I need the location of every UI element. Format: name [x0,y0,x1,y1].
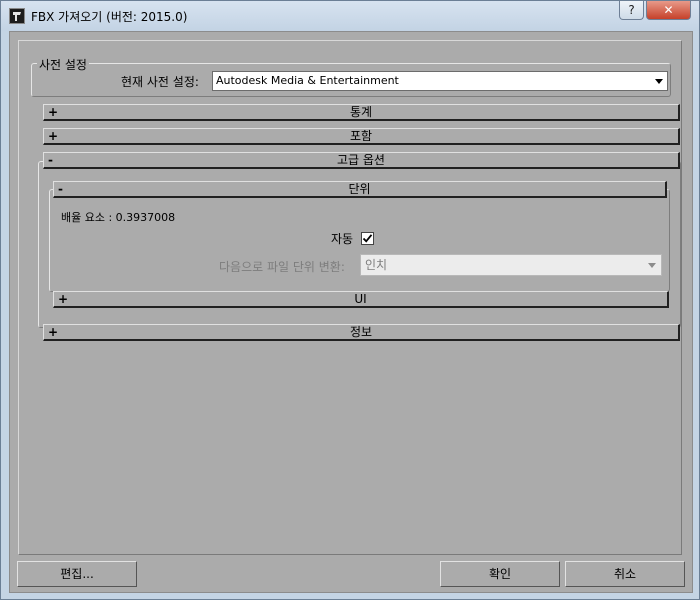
auto-checkbox[interactable] [361,232,374,245]
rollout-units-title: 단위 [348,182,371,196]
chevron-down-icon [648,263,656,268]
rollout-ui[interactable]: + UI [53,291,669,308]
rollout-include[interactable]: + 포함 [43,128,680,145]
scale-factor-label: 배율 요소 : 0.3937008 [61,211,176,224]
rollout-advanced-options[interactable]: - 고급 옵션 [43,152,680,169]
checkmark-icon [362,234,373,243]
window-title: FBX 가져오기 (버전: 2015.0) [31,10,188,24]
rollout-include-title: 포함 [349,129,373,143]
close-button[interactable]: ✕ [646,1,691,20]
preset-dropdown-value: Autodesk Media & Entertainment [216,74,399,87]
rollout-units[interactable]: - 단위 [53,181,667,198]
title-bar: FBX 가져오기 (버전: 2015.0) ? ✕ [1,1,699,31]
rollout-advanced-title: 고급 옵션 [337,153,385,167]
chevron-down-icon [655,79,663,84]
edit-button[interactable]: 편집... [17,561,137,587]
units-group [49,189,670,292]
convert-units-value: 인치 [365,258,388,272]
app-logo-icon [9,8,25,24]
fbx-import-dialog: FBX 가져오기 (버전: 2015.0) ? ✕ 사전 설정 현재 사전 설정… [0,0,700,600]
rollout-statistics[interactable]: + 통계 [43,104,680,121]
help-button[interactable]: ? [619,1,644,20]
settings-panel: 사전 설정 현재 사전 설정: Autodesk Media & Enterta… [18,40,682,555]
rollout-statistics-title: 통계 [349,105,373,119]
auto-label: 자동 [331,232,354,246]
preset-dropdown[interactable]: Autodesk Media & Entertainment [212,71,668,91]
current-preset-label: 현재 사전 설정: [121,75,199,89]
rollout-info[interactable]: + 정보 [43,324,680,341]
cancel-button[interactable]: 취소 [565,561,685,587]
rollout-info-title: 정보 [349,325,373,339]
preset-group-label: 사전 설정 [37,56,89,73]
dialog-client-area: 사전 설정 현재 사전 설정: Autodesk Media & Enterta… [9,31,693,593]
rollout-ui-title: UI [354,292,367,306]
convert-units-dropdown[interactable]: 인치 [360,254,662,276]
convert-units-label: 다음으로 파일 단위 변환: [219,260,345,274]
ok-button[interactable]: 확인 [440,561,560,587]
